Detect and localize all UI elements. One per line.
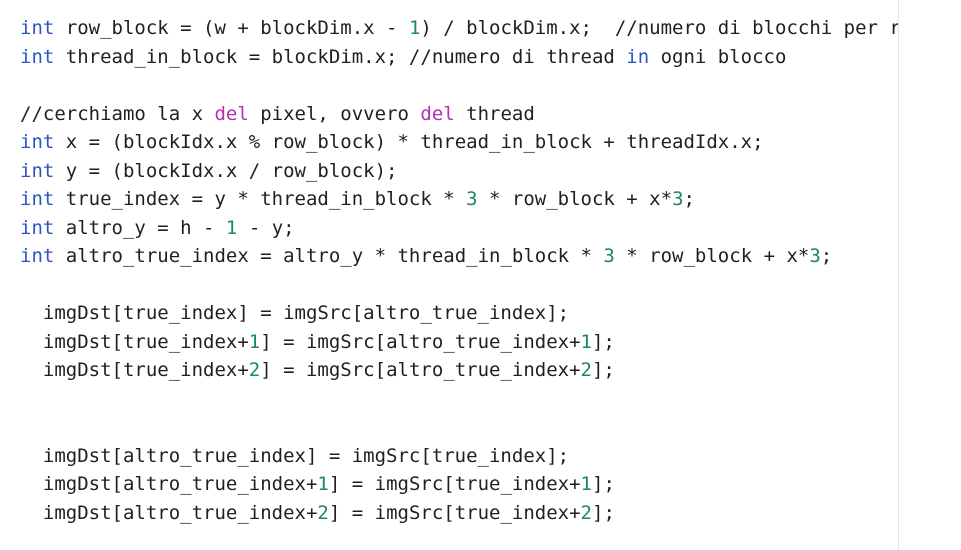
code-token: 1 (580, 473, 592, 495)
code-token: 1 (580, 330, 592, 353)
code-token: int (20, 188, 55, 210)
code-token: 1 (225, 216, 238, 239)
code-token: imgDst[altro_true_index+ (20, 473, 318, 495)
code-token: altro_true_index = altro_y * thread_in_b… (54, 245, 604, 267)
code-token: altro_y = h - (54, 216, 226, 239)
code-token: x = (blockIdx.x % row_block) * thread_in… (54, 131, 764, 153)
code-token: 2 (580, 359, 592, 381)
code-line: int thread_in_block = blockDim.x; //nume… (20, 43, 898, 72)
code-token: ; (683, 188, 695, 210)
code-token: ]; (591, 359, 615, 381)
code-token: 3 (809, 245, 821, 267)
code-token: ) / blockDim.x; //numero di blocchi per … (420, 17, 898, 39)
code-token: imgDst[altro_true_index+ (20, 501, 318, 524)
code-token: int (20, 131, 55, 153)
code-token: - y; (237, 216, 295, 239)
code-line: int true_index = y * thread_in_block * 3… (20, 185, 898, 214)
code-token: 1 (408, 17, 421, 39)
code-token: 3 (603, 245, 615, 267)
code-line: int x = (blockIdx.x % row_block) * threa… (20, 128, 898, 157)
code-token: int (20, 245, 55, 267)
code-token: 2 (248, 359, 261, 381)
code-token: ] = imgSrc[altro_true_index+ (260, 330, 581, 353)
code-token: ; (820, 245, 833, 267)
code-block[interactable]: int row_block = (w + blockDim.x - 1) / b… (20, 14, 898, 527)
code-line: //cerchiamo la x del pixel, ovvero del t… (20, 100, 898, 129)
code-token: del (214, 102, 249, 125)
code-line: int altro_y = h - 1 - y; (20, 214, 898, 243)
code-token: 2 (317, 501, 329, 524)
code-token: * row_block + x* (614, 245, 810, 267)
code-token: thread (454, 102, 535, 125)
code-token: 3 (672, 188, 684, 210)
code-token: del (420, 102, 455, 125)
code-token: * row_block + x* (477, 188, 673, 210)
code-token: int (20, 17, 55, 39)
code-token: imgDst[true_index+ (20, 330, 249, 353)
code-line: imgDst[true_index+1] = imgSrc[altro_true… (20, 328, 898, 357)
code-token: 2 (580, 501, 592, 524)
code-token: in (626, 45, 650, 68)
code-token: ]; (592, 473, 615, 495)
code-token: 1 (248, 330, 261, 353)
code-token: ] = imgSrc[true_index+ (328, 501, 581, 524)
code-line: imgDst[true_index] = imgSrc[altro_true_i… (20, 299, 898, 328)
code-line: int row_block = (w + blockDim.x - 1) / b… (20, 14, 898, 43)
panel-divider (898, 0, 899, 550)
code-token: ]; (592, 501, 615, 524)
code-token: ]; (591, 330, 615, 353)
code-token: int (20, 45, 55, 68)
code-token: true_index = y * thread_in_block * (54, 188, 467, 210)
code-editor-panel[interactable]: int row_block = (w + blockDim.x - 1) / b… (0, 0, 898, 550)
code-token: thread_in_block = blockDim.x; //numero d… (54, 45, 627, 68)
code-line: imgDst[altro_true_index+2] = imgSrc[true… (20, 499, 898, 528)
code-token: row_block = (w + blockDim.x - (54, 17, 409, 39)
code-line: imgDst[altro_true_index] = imgSrc[true_i… (20, 442, 898, 471)
code-token: ogni blocco (649, 45, 787, 68)
code-token: int (20, 159, 55, 182)
code-token: 3 (466, 188, 478, 210)
code-token: pixel, ovvero (248, 102, 421, 125)
code-line: imgDst[altro_true_index+1] = imgSrc[true… (20, 470, 898, 499)
code-token: y = (blockIdx.x / row_block); (54, 159, 398, 182)
code-token: imgDst[true_index+ (20, 359, 249, 381)
code-line: int y = (blockIdx.x / row_block); (20, 157, 898, 186)
code-token: 1 (317, 473, 329, 495)
code-token: imgDst[altro_true_index] = imgSrc[true_i… (20, 444, 570, 467)
code-line: int altro_true_index = altro_y * thread_… (20, 242, 898, 271)
code-token: //cerchiamo la x (20, 102, 215, 125)
code-token: int (20, 216, 55, 239)
code-token: imgDst[true_index] = imgSrc[altro_true_i… (20, 302, 570, 324)
code-token: ] = imgSrc[true_index+ (328, 473, 581, 495)
code-token: ] = imgSrc[altro_true_index+ (260, 359, 581, 381)
code-line: imgDst[true_index+2] = imgSrc[altro_true… (20, 356, 898, 385)
